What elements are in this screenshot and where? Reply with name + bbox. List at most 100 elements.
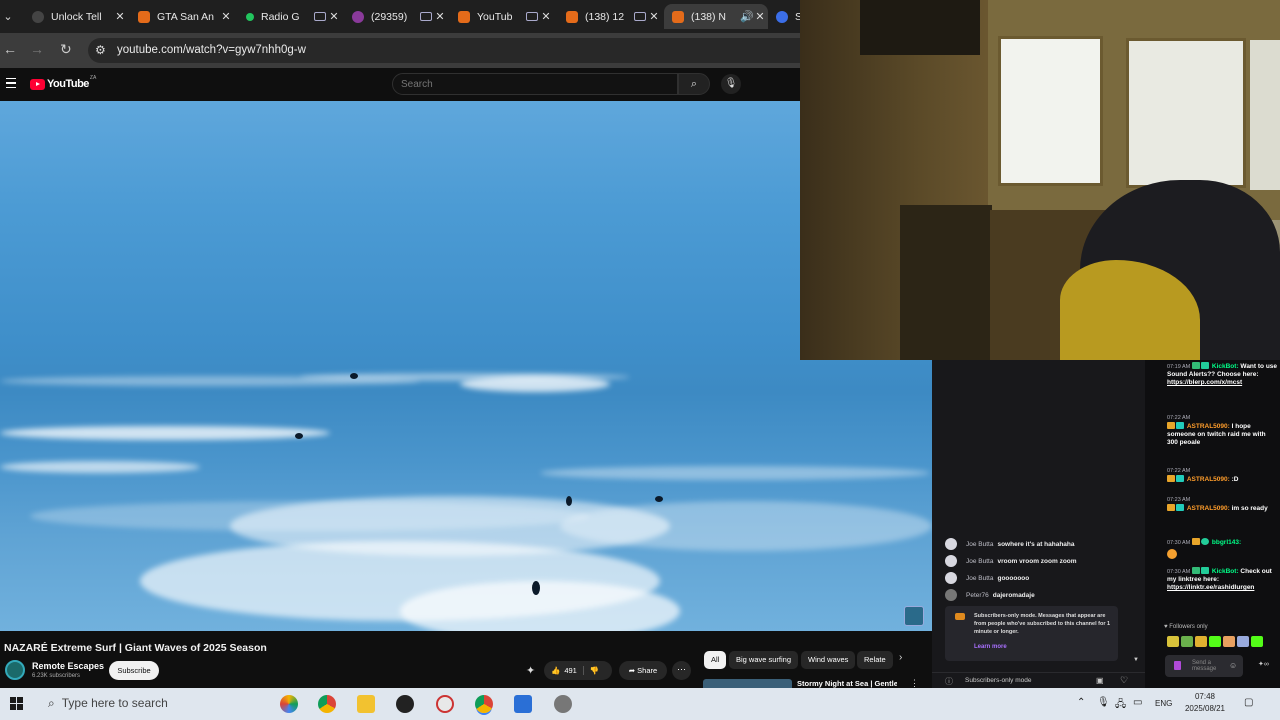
- battery-icon[interactable]: ▭: [1133, 697, 1142, 708]
- subscribers-only-notice: Subscribers-only mode. Messages that app…: [945, 606, 1118, 661]
- search-box[interactable]: [392, 73, 678, 95]
- picture-in-picture-icon: [526, 12, 538, 21]
- notification-icon[interactable]: ▢: [1244, 697, 1253, 708]
- chat-link[interactable]: https://linktr.ee/rashidlurgen: [1167, 584, 1254, 591]
- site-info-icon[interactable]: ⚙: [95, 43, 106, 57]
- back-arrow-icon[interactable]: ←: [3, 41, 17, 57]
- speaker-icon[interactable]: 🔊: [740, 10, 754, 23]
- app-icon[interactable]: [514, 695, 532, 713]
- emote-icon[interactable]: [1209, 636, 1221, 647]
- chip-all[interactable]: All: [704, 651, 727, 669]
- close-icon[interactable]: ✕: [218, 10, 234, 23]
- heart-icon[interactable]: ♡: [1120, 675, 1128, 686]
- microphone-icon[interactable]: 🎙: [1097, 697, 1110, 708]
- snipping-tool-icon[interactable]: [436, 695, 454, 713]
- network-icon[interactable]: 🖧: [1115, 697, 1126, 714]
- tab-s[interactable]: S: [770, 4, 800, 29]
- subscriber-count: 6.23K subscribers: [32, 673, 81, 679]
- more-actions-button[interactable]: ⋯: [672, 661, 691, 680]
- chat-message: Joe Butta gooooooo: [945, 572, 1029, 584]
- tab-gta[interactable]: GTA San An ✕: [130, 4, 234, 29]
- dislike-button[interactable]: 👎: [584, 666, 605, 675]
- chevron-right-icon[interactable]: ›: [899, 652, 902, 663]
- tab-29359[interactable]: (29359) ✕: [344, 4, 448, 29]
- chip-big-wave-surfing[interactable]: Big wave surfing: [729, 651, 799, 669]
- avatar: [945, 572, 957, 584]
- like-button[interactable]: 👍 491: [544, 666, 584, 675]
- tab-138-a[interactable]: (138) 12 ✕: [558, 4, 662, 29]
- sub-badge-icon: [1176, 504, 1184, 511]
- chip-related[interactable]: Relate: [857, 651, 893, 669]
- green-dot-icon: [246, 12, 254, 21]
- tab-radio[interactable]: Radio G ✕: [238, 4, 342, 29]
- crown-badge-icon: [1167, 422, 1175, 429]
- chrome-active-icon[interactable]: [475, 695, 493, 713]
- app-icon[interactable]: [554, 695, 572, 713]
- thumbs-up-icon: 👍: [551, 666, 561, 675]
- window-pane: [1250, 40, 1280, 190]
- copilot-icon[interactable]: [280, 695, 298, 713]
- emote-icon[interactable]: [1195, 636, 1207, 647]
- kick-message: 07:30 AM bbgrl143:: [1167, 538, 1277, 561]
- heart-emote: [1167, 549, 1277, 561]
- emote-icon[interactable]: [1223, 636, 1235, 647]
- chevron-up-icon[interactable]: ⌃: [1077, 697, 1085, 708]
- youtube-play-icon: [30, 78, 45, 90]
- crown-badge-icon: [1167, 475, 1175, 482]
- channel-name[interactable]: Remote Escapes: [32, 661, 104, 671]
- close-icon[interactable]: ✕: [432, 10, 448, 23]
- tab-138-active[interactable]: (138) N 🔊 ✕: [664, 4, 768, 29]
- tab-youtube[interactable]: YouTub ✕: [450, 4, 554, 29]
- info-icon[interactable]: ⓘ: [945, 676, 953, 687]
- chat-message: Peter76 dajeromadaje: [945, 589, 1035, 601]
- file-explorer-icon[interactable]: [357, 695, 375, 713]
- subscribe-button[interactable]: Subscribe: [109, 661, 159, 680]
- tab-list-button[interactable]: ⌄: [0, 4, 16, 29]
- learn-more-link[interactable]: Learn more: [974, 644, 1007, 650]
- url-text[interactable]: youtube.com/watch?v=gyw7nhh0g-w: [117, 44, 306, 56]
- gift-icon[interactable]: ✦∞: [1258, 660, 1269, 668]
- kick-message: 07:19 AM KickBot: Want to use Sound Aler…: [1167, 362, 1278, 386]
- emote-icon[interactable]: [1167, 636, 1179, 647]
- emote-icon[interactable]: [1237, 636, 1249, 647]
- tab-unlock[interactable]: Unlock Tell ✕: [24, 4, 128, 29]
- reload-icon[interactable]: ↻: [60, 41, 72, 58]
- picture-in-picture-icon: [314, 12, 326, 21]
- close-icon[interactable]: ✕: [752, 10, 768, 23]
- chat-link[interactable]: https://blerp.com/x/mcst: [1167, 379, 1242, 386]
- voice-search-button[interactable]: 🎙: [721, 74, 741, 94]
- youtube-logo[interactable]: YouTube ZA: [30, 75, 96, 90]
- microphone-icon: 🎙: [724, 78, 738, 89]
- chevron-down-icon[interactable]: ▼: [1133, 657, 1139, 663]
- taskbar-clock[interactable]: 07:48 2025/08/21: [1180, 691, 1230, 715]
- search-button[interactable]: ⌕: [678, 73, 710, 95]
- channel-watermark-icon[interactable]: [904, 606, 924, 626]
- youtube-favicon-icon: [672, 10, 684, 23]
- taskbar-search[interactable]: ⌕ Type here to search: [48, 696, 168, 711]
- forward-arrow-icon[interactable]: →: [30, 41, 44, 57]
- search-input[interactable]: [393, 74, 677, 95]
- obs-icon[interactable]: [396, 695, 414, 713]
- chip-wind-waves[interactable]: Wind waves: [801, 651, 856, 669]
- related-video-thumbnail[interactable]: [703, 679, 792, 688]
- share-button[interactable]: ➦ Share: [619, 661, 667, 680]
- address-bar[interactable]: ⚙ youtube.com/watch?v=gyw7nhh0g-w: [88, 38, 800, 63]
- windows-start-icon[interactable]: [10, 697, 24, 711]
- send-message-input[interactable]: Send a message ☺: [1165, 655, 1243, 677]
- close-icon[interactable]: ✕: [326, 10, 342, 23]
- language-indicator[interactable]: ENG: [1155, 699, 1172, 708]
- close-icon[interactable]: ✕: [538, 10, 554, 23]
- emote-icon[interactable]: [1251, 636, 1263, 647]
- chrome-icon[interactable]: [318, 695, 336, 713]
- related-video-title[interactable]: Stormy Night at Sea | Gentle: [797, 679, 897, 688]
- video-player[interactable]: [0, 101, 932, 631]
- close-icon[interactable]: ✕: [646, 10, 662, 23]
- emote-icon[interactable]: [1181, 636, 1193, 647]
- ask-ai-icon[interactable]: ✦: [526, 664, 535, 677]
- close-icon[interactable]: ✕: [112, 10, 128, 23]
- channel-avatar[interactable]: [5, 660, 25, 680]
- menu-icon[interactable]: [6, 78, 16, 88]
- jetski-1: [350, 373, 358, 379]
- emote-icon[interactable]: ▣: [1096, 676, 1104, 685]
- emoji-icon[interactable]: ☺: [1229, 661, 1237, 670]
